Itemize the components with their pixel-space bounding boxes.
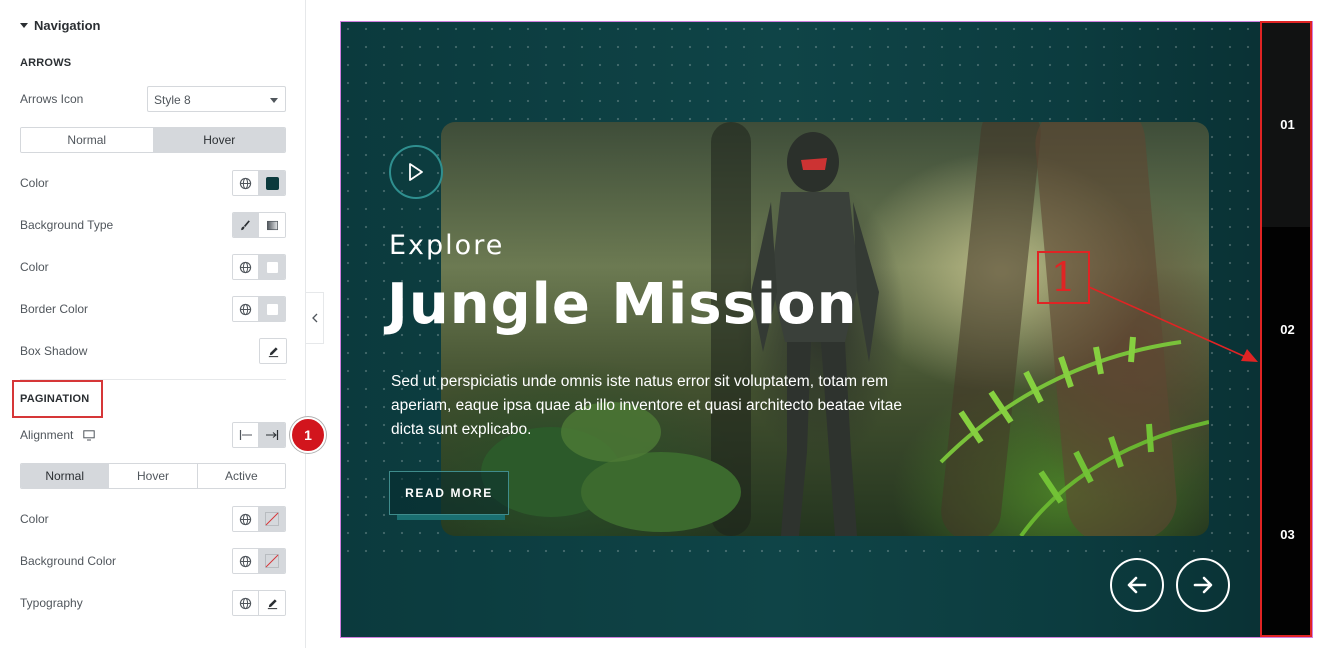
annotation-arrow [1088,286,1258,362]
